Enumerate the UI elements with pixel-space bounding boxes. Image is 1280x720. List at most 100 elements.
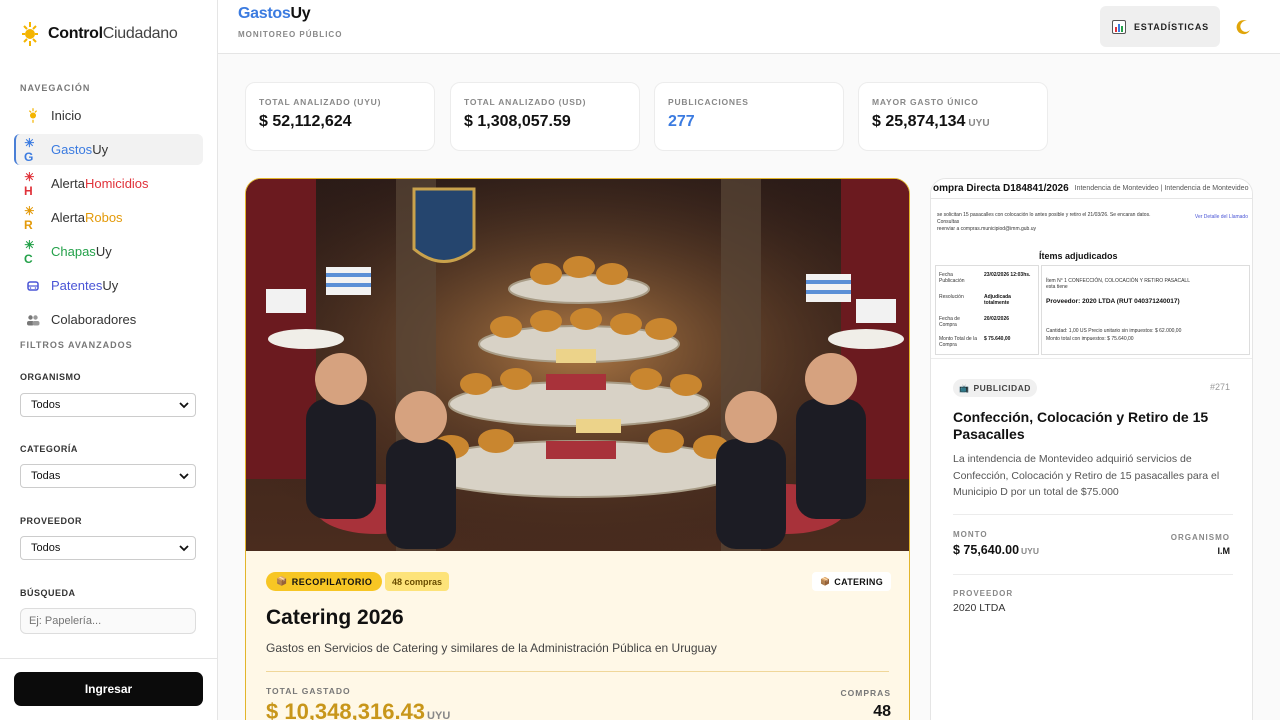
- car-icon: [24, 277, 41, 294]
- doc-key: Monto Total de la Compra: [939, 336, 977, 348]
- nav-item-inicio[interactable]: Inicio: [14, 100, 203, 131]
- sun-flag-icon: [24, 107, 41, 124]
- monto-amount: $ 75,640.00 UYU: [953, 543, 1039, 557]
- proveedor-label: PROVEEDOR: [20, 516, 83, 526]
- card-divider: [953, 514, 1233, 515]
- nav-menu: Inicio ☀G GastosUy ☀H AlertaHomicidios ☀…: [14, 100, 203, 338]
- statistics-button[interactable]: ESTADÍSTICAS: [1100, 6, 1220, 47]
- nav-label: Inicio: [51, 108, 82, 123]
- count-badge: 48 compras: [385, 572, 450, 591]
- categoria-select[interactable]: Todas: [20, 464, 196, 488]
- organismo-label: ORGANISMO: [20, 372, 82, 382]
- total-value: $ 10,348,316.43: [266, 699, 426, 720]
- doc-val: 20/02/2026: [984, 316, 1010, 322]
- proveedor-select[interactable]: Todos: [20, 536, 196, 560]
- category-badge: 📦 CATERING: [812, 572, 891, 591]
- tv-icon: 📺: [959, 383, 970, 393]
- organismo-value: Todos: [31, 399, 61, 411]
- chevron-down-icon: [179, 402, 189, 409]
- nav-item-alertarobos[interactable]: ☀R AlertaRobos: [14, 202, 203, 233]
- doc-key: Fecha de Compra: [939, 316, 960, 328]
- doc-note: se solicitan 15 pasacalles con colocació…: [937, 212, 1167, 233]
- purchases-label: COMPRAS: [840, 688, 891, 698]
- page-subtitle: MONITOREO PÚBLICO: [238, 30, 343, 39]
- total-unit: UYU: [427, 710, 451, 720]
- publication-card[interactable]: ompra Directa D184841/2026 Intendencia d…: [930, 178, 1253, 720]
- recopilatorio-badge: 📦 RECOPILATORIO: [266, 572, 383, 591]
- doc-info-box: Fecha Publicación 23/02/2026 12:03hs. Re…: [935, 265, 1039, 355]
- chart-icon: [1112, 19, 1126, 34]
- top-header: GastosUy MONITOREO PÚBLICO ESTADÍSTICAS: [218, 0, 1280, 54]
- brand-name-light: Ciudadano: [102, 25, 178, 42]
- title-part-b: Uy: [290, 5, 311, 22]
- stat-label: MAYOR GASTO ÚNICO: [872, 97, 979, 107]
- proveedor-value: Todos: [31, 542, 61, 554]
- card-divider: [266, 671, 889, 672]
- robos-icon: ☀R: [24, 203, 35, 232]
- categoria-label: CATEGORÍA: [20, 444, 78, 454]
- chevron-down-icon: [179, 473, 189, 480]
- nav-item-colaboradores[interactable]: Colaboradores: [14, 304, 203, 335]
- purchases-count: 48: [873, 703, 891, 720]
- login-button[interactable]: Ingresar: [14, 672, 203, 706]
- doc-qty: Cantidad: 1,00 US Precio unitario sin im…: [1046, 328, 1182, 334]
- title-part-a: Gastos: [238, 5, 291, 22]
- chevron-down-icon: [179, 545, 189, 552]
- category-label: CATERING: [834, 576, 883, 587]
- nav-label: Colaboradores: [51, 312, 137, 327]
- nav-label-b: Uy: [102, 278, 119, 293]
- nav-item-chapasuy[interactable]: ☀C ChapasUy: [14, 236, 203, 267]
- nav-label-b: Homicidios: [84, 176, 149, 191]
- doc-note-line1: se solicitan 15 pasacalles con colocació…: [937, 212, 1151, 225]
- nav-item-alertahomicidios[interactable]: ☀H AlertaHomicidios: [14, 168, 203, 199]
- card-title: Catering 2026: [266, 606, 404, 629]
- nav-item-patentesuy[interactable]: PatentesUy: [14, 270, 203, 301]
- stat-label: TOTAL ANALIZADO (UYU): [259, 97, 382, 107]
- doc-item-box: Ítem N° 1 CONFECCIÓN, COLOCACIÓN Y RETIR…: [1041, 265, 1250, 355]
- nav-label-b: Robos: [84, 210, 123, 225]
- doc-title: ompra Directa D184841/2026: [933, 183, 1069, 194]
- featured-card-body: 📦 RECOPILATORIO 48 compras 📦 CATERING Ca…: [246, 551, 909, 720]
- card-divider: [953, 574, 1233, 575]
- stat-label: TOTAL ANALIZADO (USD): [464, 97, 587, 107]
- doc-header: ompra Directa D184841/2026 Intendencia d…: [931, 179, 1252, 199]
- statistics-label: ESTADÍSTICAS: [1134, 21, 1209, 32]
- doc-link: Ver Detalle del Llamado: [1194, 214, 1248, 220]
- doc-subtitle: Intendencia de Montevideo | Intendencia …: [1074, 185, 1249, 192]
- sidebar: ControlCiudadano NAVEGACIÓN Inicio ☀G Ga…: [0, 0, 218, 720]
- doc-note-line2: reenviar a compras.municipiod@imm.gub.uy: [937, 226, 1037, 232]
- page-title: GastosUy: [238, 5, 311, 23]
- organismo-select[interactable]: Todos: [20, 393, 196, 417]
- total-amount: $ 10,348,316.43 UYU: [266, 699, 450, 720]
- nav-item-gastosuy[interactable]: ☀G GastosUy: [14, 134, 203, 165]
- stat-unit: UYU: [968, 118, 990, 129]
- gastos-icon: ☀G: [24, 135, 35, 164]
- package-icon: 📦: [820, 577, 831, 586]
- doc-total: Monto total con impuestos: $ 75.640,00: [1046, 336, 1134, 342]
- app-root: ControlCiudadano NAVEGACIÓN Inicio ☀G Ga…: [0, 0, 1280, 720]
- doc-val: $ 75.640,00: [984, 336, 1011, 342]
- homicidios-icon: ☀H: [24, 169, 35, 198]
- nav-label-a: Chapas: [51, 244, 96, 259]
- stat-value: $ 52,112,624: [259, 113, 352, 130]
- package-icon: 📦: [276, 576, 288, 586]
- nav-label-a: Alerta: [51, 210, 85, 225]
- featured-card-catering[interactable]: 📦 RECOPILATORIO 48 compras 📦 CATERING Ca…: [245, 178, 910, 720]
- search-input[interactable]: [20, 608, 196, 634]
- badge-label: RECOPILATORIO: [291, 576, 373, 587]
- stat-value: 277: [668, 113, 695, 130]
- organismo-value: I.M: [1217, 546, 1231, 556]
- chapas-icon: ☀C: [24, 237, 35, 266]
- card-description: Gastos en Servicios de Catering y simila…: [266, 641, 717, 655]
- nav-label-a: Patentes: [51, 278, 103, 293]
- moon-icon[interactable]: [1236, 19, 1252, 35]
- doc-val: 23/02/2026 12:03hs.: [984, 272, 1031, 278]
- monto-unit: UYU: [1021, 546, 1039, 556]
- nav-label-b: Uy: [92, 142, 109, 157]
- brand-logo[interactable]: ControlCiudadano: [20, 20, 178, 48]
- busqueda-label: BÚSQUEDA: [20, 588, 76, 598]
- stat-card-total-uyu: TOTAL ANALIZADO (UYU) $ 52,112,624: [245, 82, 435, 151]
- publication-number: #271: [1209, 382, 1230, 392]
- monto-label: MONTO: [953, 530, 988, 539]
- proveedor-value: 2020 LTDA: [953, 602, 1006, 614]
